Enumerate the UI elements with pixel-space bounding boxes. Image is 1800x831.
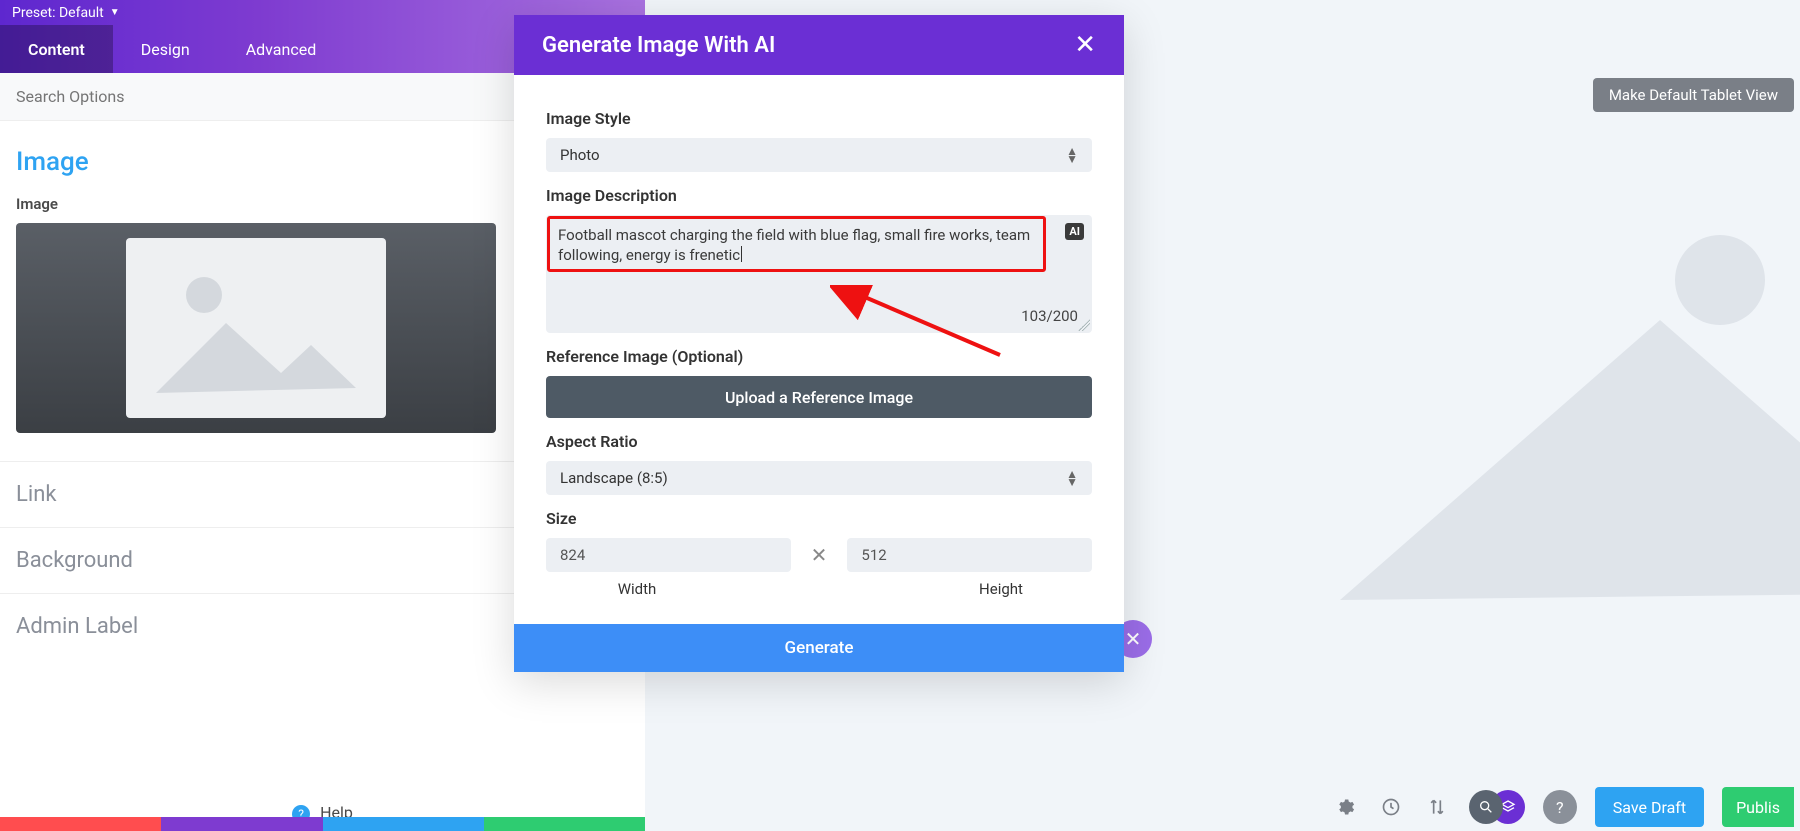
ai-badge[interactable]: AI	[1065, 223, 1084, 240]
image-placeholder	[126, 238, 386, 418]
select-updown-icon: ▲▼	[1066, 147, 1078, 163]
width-text-label: Width	[546, 580, 728, 598]
panel-action-4[interactable]	[484, 817, 645, 831]
image-style-select[interactable]: Photo ▲▼	[546, 138, 1092, 172]
aspect-ratio-value: Landscape (8:5)	[560, 469, 668, 487]
char-count: 103/200	[1021, 307, 1078, 325]
upload-reference-label: Upload a Reference Image	[725, 388, 913, 407]
width-input[interactable]: 824	[546, 538, 791, 572]
tab-advanced[interactable]: Advanced	[218, 25, 345, 73]
generate-button[interactable]: Generate	[514, 624, 1124, 672]
modal-header: Generate Image With AI ✕	[514, 15, 1124, 75]
height-value: 512	[861, 546, 886, 564]
preset-label: Preset: Default	[12, 5, 104, 21]
select-updown-icon: ▲▼	[1066, 470, 1078, 486]
size-multiply-icon: ✕	[811, 543, 828, 567]
aspect-ratio-label: Aspect Ratio	[546, 432, 1092, 451]
panel-action-1[interactable]	[0, 817, 161, 831]
image-description-input[interactable]: Football mascot charging the field with …	[546, 215, 1092, 333]
make-default-view-label: Make Default Tablet View	[1609, 86, 1778, 104]
aspect-ratio-select[interactable]: Landscape (8:5) ▲▼	[546, 461, 1092, 495]
reference-image-label: Reference Image (Optional)	[546, 347, 1092, 366]
publish-button[interactable]: Publis	[1722, 787, 1794, 827]
tab-content[interactable]: Content	[0, 25, 113, 73]
height-input[interactable]: 512	[847, 538, 1092, 572]
image-description-value: Football mascot charging the field with …	[558, 226, 1030, 264]
image-upload-preview[interactable]	[16, 223, 496, 433]
builder-bottom-bar: ? Save Draft Publis	[1124, 783, 1800, 831]
caret-down-icon: ▼	[110, 7, 120, 18]
image-description-label: Image Description	[546, 186, 1092, 205]
height-text-label: Height	[910, 580, 1092, 598]
size-label: Size	[546, 509, 1092, 528]
close-icon: ✕	[1125, 627, 1142, 651]
generate-label: Generate	[785, 638, 854, 658]
tab-design[interactable]: Design	[113, 25, 218, 73]
upload-reference-button[interactable]: Upload a Reference Image	[546, 376, 1092, 418]
image-style-value: Photo	[560, 146, 600, 164]
image-style-label: Image Style	[546, 109, 1092, 128]
zoom-icon[interactable]	[1469, 790, 1503, 824]
width-value: 824	[560, 546, 585, 564]
generate-image-modal: Generate Image With AI ✕ Image Style Pho…	[514, 15, 1124, 672]
save-draft-label: Save Draft	[1613, 798, 1686, 817]
save-draft-button[interactable]: Save Draft	[1595, 787, 1704, 827]
history-clock-icon[interactable]	[1377, 793, 1405, 821]
panel-action-2[interactable]	[161, 817, 322, 831]
swap-icon[interactable]	[1423, 793, 1451, 821]
make-default-view-button[interactable]: Make Default Tablet View	[1593, 78, 1794, 112]
modal-close-icon[interactable]: ✕	[1074, 30, 1096, 60]
help-circle-icon[interactable]: ?	[1543, 790, 1577, 824]
background-image-placeholder-icon	[1280, 190, 1800, 620]
resize-handle-icon[interactable]	[1078, 319, 1090, 331]
modal-title: Generate Image With AI	[542, 33, 775, 58]
publish-label: Publis	[1736, 798, 1780, 817]
panel-action-3[interactable]	[323, 817, 484, 831]
settings-gear-icon[interactable]	[1331, 793, 1359, 821]
panel-action-strip	[0, 817, 645, 831]
image-placeholder-icon	[146, 253, 366, 403]
